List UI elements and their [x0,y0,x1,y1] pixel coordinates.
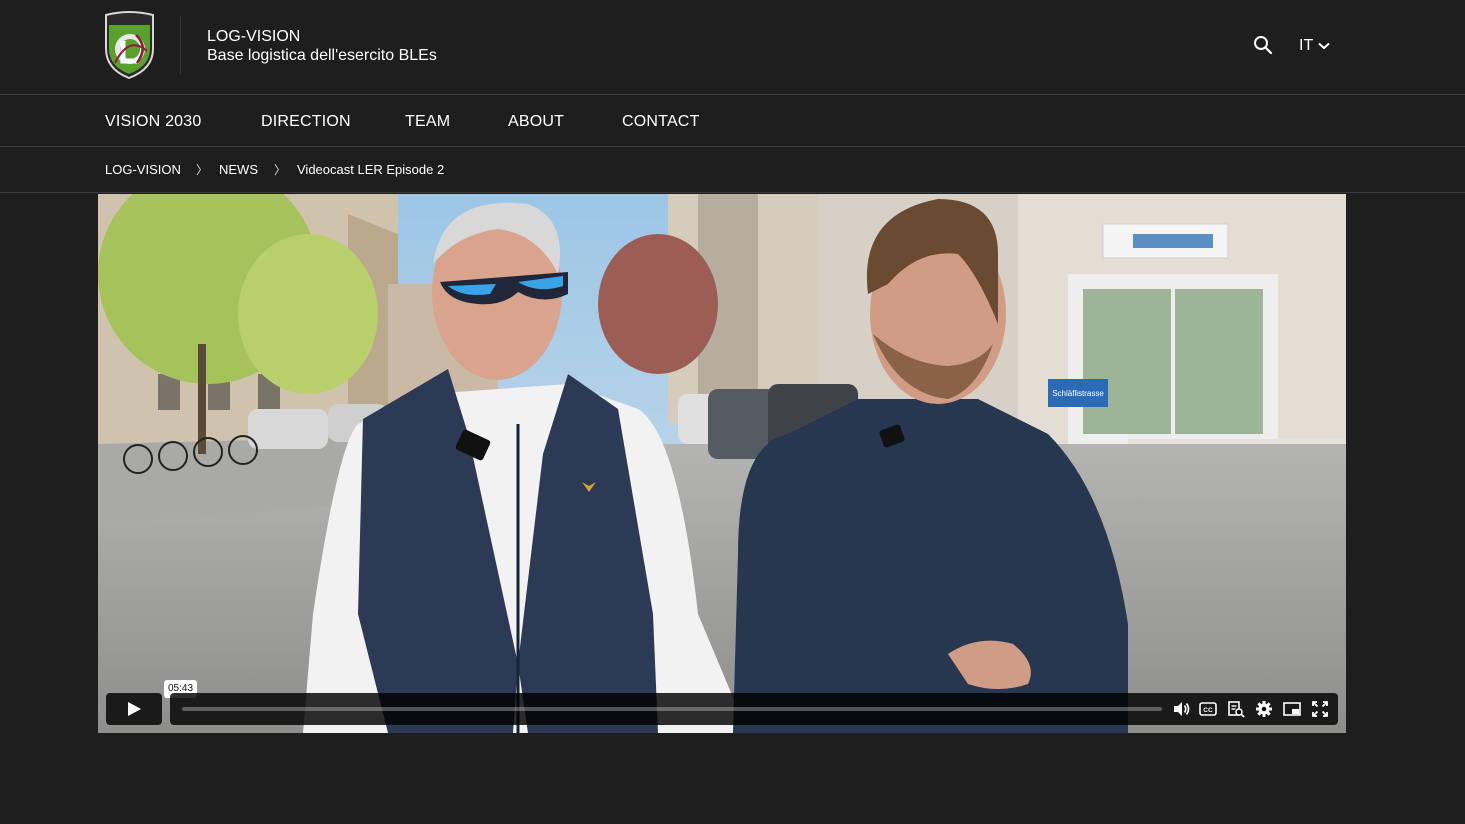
video-player[interactable]: Schläflistrasse 05:43 CC [98,194,1346,733]
breadcrumb-separator-icon: 〉 [274,163,287,177]
search-icon [1254,36,1273,55]
nav-item-vision-2030[interactable]: VISION 2030 [105,112,201,131]
site-header: LOG-VISION Base logistica dell'esercito … [0,0,1465,95]
search-button[interactable] [1252,34,1274,56]
volume-button[interactable] [1171,699,1191,719]
breadcrumb-home[interactable]: LOG-VISION [105,162,181,178]
svg-text:CC: CC [1203,707,1213,714]
nav-item-direction[interactable]: DIRECTION [261,112,351,131]
header-divider [180,16,181,74]
language-label: IT [1299,37,1314,54]
language-selector[interactable]: IT [1299,36,1330,55]
fullscreen-icon [1312,701,1328,717]
shield-logo-icon [105,11,154,80]
nav-item-about[interactable]: ABOUT [508,112,564,131]
main-nav: VISION 2030 DIRECTION TEAM ABOUT CONTACT [0,95,1465,147]
captions-button[interactable]: CC [1198,699,1218,719]
settings-button[interactable] [1254,699,1274,719]
breadcrumb-current: Videocast LER Episode 2 [297,162,445,177]
progress-bar[interactable] [182,707,1162,711]
picture-in-picture-button[interactable] [1282,699,1302,719]
site-title[interactable]: LOG-VISION [207,27,300,46]
video-frame: Schläflistrasse [98,194,1346,733]
volume-icon [1174,702,1190,716]
video-control-bar: CC [170,693,1338,725]
street-sign-text: Schläflistrasse [1052,389,1104,398]
breadcrumb-news[interactable]: NEWS [219,162,258,178]
captions-icon: CC [1199,702,1217,716]
breadcrumb-separator-icon: 〉 [196,163,209,177]
site-subtitle: Base logistica dell'esercito BLEs [207,47,437,64]
play-icon [128,702,141,716]
transcript-icon [1228,701,1245,718]
settings-icon [1256,701,1272,717]
nav-item-contact[interactable]: CONTACT [622,112,700,131]
chevron-down-icon [1318,42,1330,49]
pip-icon [1283,702,1301,716]
transcript-button[interactable] [1226,699,1246,719]
nav-item-team[interactable]: TEAM [405,112,450,131]
fullscreen-button[interactable] [1310,699,1330,719]
play-button[interactable] [106,693,162,725]
site-logo[interactable] [103,11,156,80]
breadcrumb: LOG-VISION 〉 NEWS 〉 Videocast LER Episod… [0,147,1465,193]
